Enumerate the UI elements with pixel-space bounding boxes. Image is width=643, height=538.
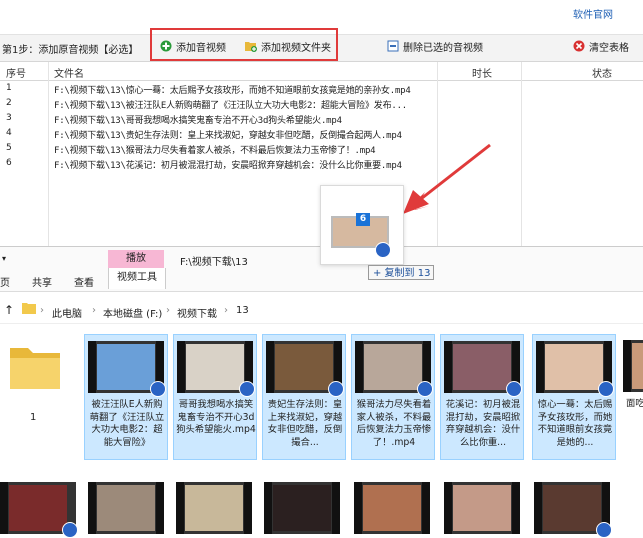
menu-share[interactable]: 共享 xyxy=(32,274,52,289)
breadcrumb-sep: › xyxy=(92,305,96,316)
video-thumbnail xyxy=(88,341,166,397)
video-file-name: 花溪记：初月被混混打劫，安晨昭掀弃穿越机会：没什么比你重... xyxy=(445,399,521,448)
window-path-title: F:\视频下载\13 xyxy=(180,257,248,268)
video-thumbnail[interactable] xyxy=(0,482,78,538)
media-player-icon xyxy=(506,381,522,397)
drag-count-badge: 6 xyxy=(356,213,370,226)
row-filename: F:\视频下载\13\惊心一蓦：太后赐予女孩玫形，而她不知道眼前女孩竟是她的亲孙… xyxy=(54,86,411,96)
breadcrumb-this-pc[interactable]: 此电脑 xyxy=(52,305,82,320)
video-file-tile[interactable]: 贵妃生存法则：皇上来找淑妃，穿越女非但吃醋，反倒撮合... xyxy=(262,334,346,460)
file-table-header xyxy=(0,62,643,81)
media-player-icon xyxy=(62,522,78,538)
row-index: 4 xyxy=(6,128,12,138)
tab-video-tools[interactable]: 视频工具 xyxy=(108,268,166,289)
row-filename: F:\视频下载\13\哥哥我想喝水搞笑鬼畜专治不开心3d狗头希望能火.mp4 xyxy=(54,116,342,126)
tab-play[interactable]: 播放 xyxy=(108,250,164,268)
row-index: 5 xyxy=(6,143,12,153)
media-player-icon xyxy=(375,242,391,258)
video-file-name: 哥哥我想喝水搞笑鬼畜专治不开心3d狗头希望能火.mp4 xyxy=(176,399,256,435)
breadcrumb-sep: › xyxy=(40,305,44,316)
video-file-name: 被汪汪队E人新购萌翻了《汪汪队立大功大电影2：超能大冒险》 xyxy=(89,399,165,448)
video-thumbnail[interactable] xyxy=(444,482,520,534)
breadcrumb-13[interactable]: 13 xyxy=(236,305,249,316)
video-file-tile[interactable]: 花溪记：初月被混混打劫，安晨昭掀弃穿越机会：没什么比你重... xyxy=(440,334,524,460)
video-file-name: 贵妃生存法则：皇上来找淑妃，穿越女非但吃醋，反倒撮合... xyxy=(267,399,343,448)
row-filename: F:\视频下载\13\猴哥法力尽失看着家人被杀，不料最后恢复法力玉帝惨了！.mp… xyxy=(54,146,376,156)
folder-icon xyxy=(22,302,36,317)
table-row[interactable]: 1 F:\视频下载\13\惊心一蓦：太后赐予女孩玫形，而她不知道眼前女孩竟是她的… xyxy=(0,81,643,96)
video-file-tile[interactable]: 面吃 xyxy=(620,334,643,460)
up-arrow-icon[interactable]: ↑ xyxy=(4,303,14,317)
media-player-icon xyxy=(150,381,166,397)
clear-table-button[interactable]: 清空表格 xyxy=(569,36,633,56)
breadcrumb-sep: › xyxy=(166,305,170,316)
row-index: 3 xyxy=(6,113,12,123)
quick-access-dropdown-icon[interactable]: ▾ xyxy=(2,254,6,263)
table-row[interactable]: 5 F:\视频下载\13\猴哥法力尽失看着家人被杀，不料最后恢复法力玉帝惨了！.… xyxy=(0,141,643,156)
video-file-tile[interactable]: 被汪汪队E人新购萌翻了《汪汪队立大功大电影2：超能大冒险》 xyxy=(84,334,168,460)
table-row[interactable]: 4 F:\视频下载\13\贵妃生存法则：皇上来找淑妃，穿越女非但吃醋，反倒撮合起… xyxy=(0,126,643,141)
media-player-icon xyxy=(328,381,344,397)
breadcrumb-drive[interactable]: 本地磁盘 (F:) xyxy=(103,305,162,320)
video-thumbnail xyxy=(444,341,522,397)
video-thumbnail[interactable] xyxy=(88,482,164,534)
clear-icon xyxy=(573,40,585,52)
delete-selected-button[interactable]: 删除已选的音视频 xyxy=(383,36,487,56)
video-thumbnail[interactable] xyxy=(264,482,340,534)
video-thumbnail xyxy=(355,341,433,397)
video-file-name: 猴哥法力尽失看着家人被杀，不料最后恢复法力玉帝惨了！.mp4 xyxy=(356,399,432,448)
row-index: 1 xyxy=(6,83,12,93)
breadcrumb-sep: › xyxy=(224,305,228,316)
official-site-link[interactable]: 软件官网 xyxy=(573,6,613,21)
row-index: 6 xyxy=(6,158,12,168)
video-thumbnail xyxy=(623,340,643,392)
table-row[interactable]: 6 F:\视频下载\13\花溪记：初月被混混打劫，安晨昭掀弃穿越机会：没什么比你… xyxy=(0,156,643,171)
row-index: 2 xyxy=(6,98,12,108)
clear-table-label: 清空表格 xyxy=(589,42,629,54)
highlight-box xyxy=(150,28,338,61)
video-file-tile[interactable]: 猴哥法力尽失看着家人被杀，不料最后恢复法力玉帝惨了！.mp4 xyxy=(351,334,435,460)
col-index[interactable]: 序号 xyxy=(6,65,26,80)
video-thumbnail xyxy=(177,341,255,397)
step-label: 第1步：添加原音视频【必选】 xyxy=(2,45,139,56)
app-topbar xyxy=(0,0,643,28)
video-thumbnail xyxy=(536,341,614,397)
row-filename: F:\视频下载\13\花溪记：初月被混混打劫，安晨昭掀弃穿越机会：没什么比你重要… xyxy=(54,161,402,171)
menu-page[interactable]: 页 xyxy=(0,274,10,289)
row-filename: F:\视频下载\13\被汪汪队E人新购萌翻了《汪汪队立大功大电影2：超能大冒险》… xyxy=(54,101,408,111)
col-filename[interactable]: 文件名 xyxy=(54,65,84,80)
media-player-icon xyxy=(596,522,612,538)
video-file-tile[interactable]: 哥哥我想喝水搞笑鬼畜专治不开心3d狗头希望能火.mp4 xyxy=(173,334,257,460)
video-file-name: 面吃 xyxy=(626,398,643,409)
thumbnail-row-partial xyxy=(0,476,643,538)
table-row[interactable]: 2 F:\视频下载\13\被汪汪队E人新购萌翻了《汪汪队立大功大电影2：超能大冒… xyxy=(0,96,643,111)
delete-selected-label: 删除已选的音视频 xyxy=(403,42,483,54)
video-thumbnail xyxy=(266,341,344,397)
delete-icon xyxy=(387,40,399,52)
annotation-arrow-icon xyxy=(403,143,491,214)
address-bar[interactable] xyxy=(0,297,643,324)
media-player-icon xyxy=(598,381,614,397)
subfolder-label: 1 xyxy=(30,412,37,423)
video-thumbnail[interactable] xyxy=(534,482,612,538)
breadcrumb-video-downloads[interactable]: 视频下载 xyxy=(177,305,217,320)
media-player-icon xyxy=(417,381,433,397)
subfolder-icon[interactable] xyxy=(8,340,62,397)
video-file-name: 惊心一蓦：太后赐予女孩玫形，而她不知道眼前女孩竟是她的... xyxy=(537,399,613,448)
copy-to-tooltip: + 复制到 13 xyxy=(368,265,434,280)
table-row[interactable]: 3 F:\视频下载\13\哥哥我想喝水搞笑鬼畜专治不开心3d狗头希望能火.mp4 xyxy=(0,111,643,126)
col-duration[interactable]: 时长 xyxy=(472,65,492,80)
menu-view[interactable]: 查看 xyxy=(74,274,94,289)
video-file-tile[interactable]: 惊心一蓦：太后赐予女孩玫形，而她不知道眼前女孩竟是她的... xyxy=(532,334,616,460)
col-status[interactable]: 状态 xyxy=(592,65,612,80)
video-thumbnail[interactable] xyxy=(176,482,252,534)
row-filename: F:\视频下载\13\贵妃生存法则：皇上来找淑妃，穿越女非但吃醋，反倒撮合起两人… xyxy=(54,131,402,141)
media-player-icon xyxy=(239,381,255,397)
video-thumbnail[interactable] xyxy=(354,482,430,534)
